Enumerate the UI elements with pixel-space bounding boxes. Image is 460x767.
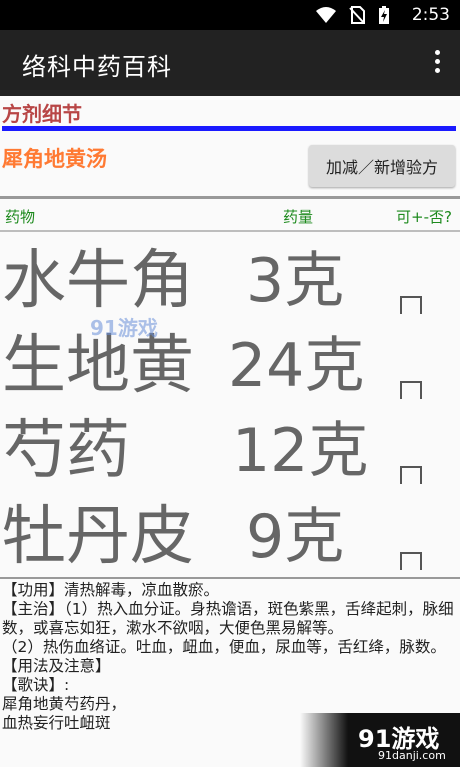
watermark-banner: 91游戏 91danji.com [300,713,460,767]
more-vert-icon[interactable] [432,50,442,76]
header-herb: 药物 [5,208,36,226]
table-header: 药物 药量 可+-否? [0,204,460,228]
add-modify-recipe-button[interactable]: 加减／新增验方 [309,145,455,187]
herb-dose: 12克 [232,416,369,486]
details-verse-line: 犀角地黄芍药丹， [2,695,127,713]
details-usage: 【用法及注意】 [2,657,111,675]
header-divider [0,230,460,232]
divider [0,196,460,199]
herb-checkbox[interactable] [400,381,422,399]
recipe-name: 犀角地黄汤 [2,147,107,171]
status-icons [308,6,390,24]
herb-name: 芍药 [2,414,130,488]
table-row: 生地黄 24克 [0,323,460,409]
watermark-logo: 91游戏 [90,316,158,340]
wifi-icon [315,7,336,23]
battery-charging-icon [379,6,389,24]
app-bar: 络科中药百科 [0,30,460,96]
herb-checkbox[interactable] [400,466,422,484]
herb-name: 牡丹皮 [2,500,194,574]
no-sim-icon [349,6,365,24]
herb-checkbox[interactable] [400,296,422,314]
details-indications: 【主治】（1）热入血分证。身热谵语，斑色紫黑，舌绛起刺，脉细数，或喜忘如狂，漱水… [2,600,454,637]
table-row: 芍药 12克 [0,408,460,494]
herb-dose: 3克 [246,246,345,316]
section-title: 方剂细节 [2,102,82,126]
header-dose: 药量 [283,208,314,226]
header-option: 可+-否? [396,208,452,226]
status-bar: 2:53 [0,0,460,30]
herb-dose: 24克 [228,331,365,401]
details-indications-2: （2）热伤血络证。吐血，衄血，便血，尿血等，舌红绛，脉数。 [2,638,446,656]
section-divider [2,126,456,131]
details-verse-title: 【歌诀】: [2,676,70,694]
table-row: 牡丹皮 9克 [0,494,460,580]
herb-dose: 9克 [246,502,345,572]
app-title: 络科中药百科 [22,53,172,81]
watermark-url: 91danji.com [378,749,446,762]
details-function: 【功用】清热解毒，凉血散瘀。 [2,581,220,599]
details-divider [0,577,460,579]
recipe-details: 【功用】清热解毒，凉血散瘀。 【主治】（1）热入血分证。身热谵语，斑色紫黑，舌绛… [2,581,456,733]
herb-checkbox[interactable] [400,552,422,570]
status-time: 2:53 [411,5,450,25]
table-row: 水牛角 3克 [0,238,460,324]
